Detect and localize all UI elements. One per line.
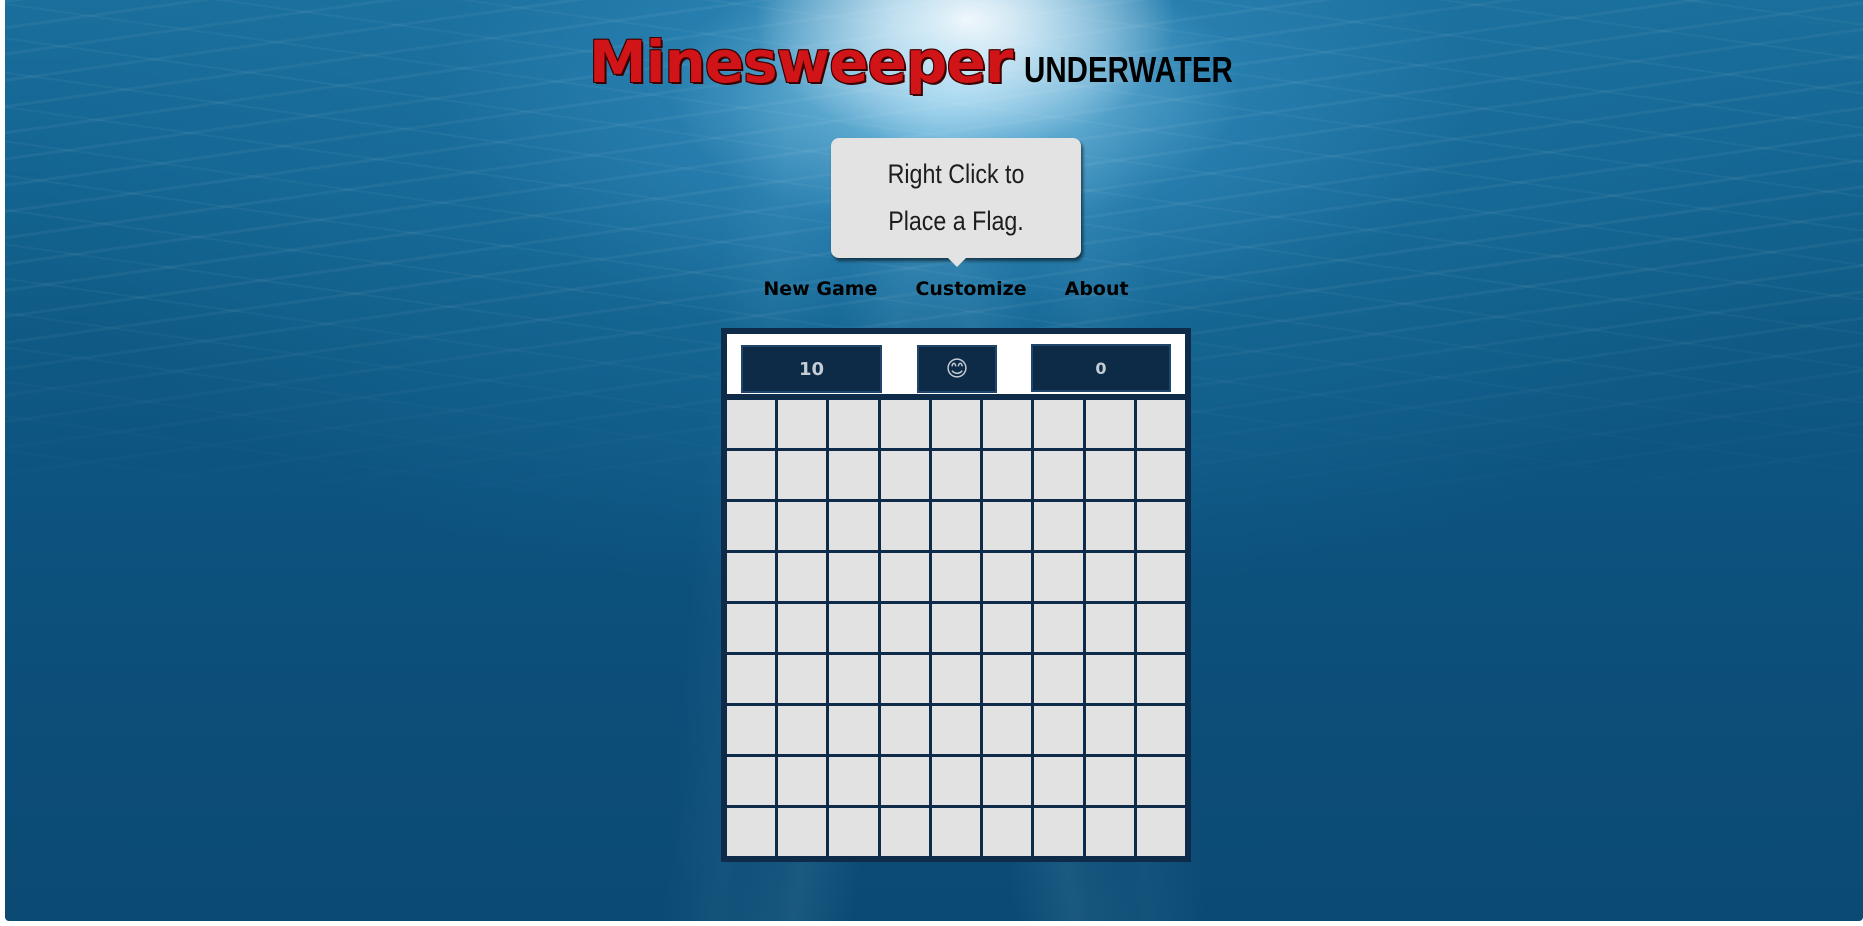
grid-cell[interactable]: [983, 655, 1032, 703]
grid-cell[interactable]: [1085, 553, 1134, 601]
grid-cell[interactable]: [778, 655, 827, 703]
grid-cell[interactable]: [1085, 808, 1134, 856]
nav-items: New Game Customize About: [763, 278, 1128, 300]
grid-cell[interactable]: [880, 502, 929, 550]
grid-cell[interactable]: [1034, 604, 1083, 652]
grid-cell[interactable]: [727, 808, 776, 856]
grid-cell[interactable]: [778, 553, 827, 601]
grid-cell[interactable]: [1034, 808, 1083, 856]
grid-cell[interactable]: [778, 502, 827, 550]
hint-text: Right Click to Place a Flag.: [887, 159, 1025, 236]
grid-cell[interactable]: [727, 451, 776, 499]
grid-cell[interactable]: [931, 502, 981, 550]
grid-cell[interactable]: [1034, 706, 1083, 754]
cell-grid: [727, 400, 1185, 856]
grid-cell[interactable]: [880, 400, 929, 448]
grid-cell[interactable]: [983, 604, 1032, 652]
grid-cell[interactable]: [1136, 451, 1185, 499]
grid-cell[interactable]: [829, 604, 878, 652]
grid-cell[interactable]: [778, 757, 827, 805]
underwater-background: Minesweeper UNDERWATER Right Click to Pla…: [5, 0, 1863, 921]
grid-cell[interactable]: [880, 604, 929, 652]
grid-cell[interactable]: [1136, 706, 1185, 754]
mine-counter: 10: [741, 345, 882, 393]
about-link[interactable]: About: [1065, 278, 1129, 300]
grid-cell[interactable]: [829, 706, 878, 754]
grid-cell[interactable]: [727, 604, 776, 652]
grid-cell[interactable]: [983, 502, 1032, 550]
game-board: 10 😊 0: [721, 328, 1191, 862]
main-nav: New Game Customize About: [5, 278, 1863, 300]
grid-cell[interactable]: [1085, 757, 1134, 805]
grid-cell[interactable]: [727, 400, 776, 448]
grid-cell[interactable]: [1034, 400, 1083, 448]
grid-cell[interactable]: [1136, 553, 1185, 601]
grid-cell[interactable]: [1034, 451, 1083, 499]
grid-cell[interactable]: [727, 706, 776, 754]
grid-cell[interactable]: [983, 757, 1032, 805]
grid-cell[interactable]: [983, 553, 1032, 601]
grid-cell[interactable]: [778, 451, 827, 499]
grid-cell[interactable]: [880, 706, 929, 754]
grid-cell[interactable]: [880, 808, 929, 856]
grid-cell[interactable]: [1034, 757, 1083, 805]
grid-cell[interactable]: [1085, 706, 1134, 754]
grid-cell[interactable]: [1085, 451, 1134, 499]
grid-cell[interactable]: [829, 808, 878, 856]
grid-cell[interactable]: [880, 655, 929, 703]
grid-cell[interactable]: [727, 553, 776, 601]
timer: 0: [1031, 344, 1171, 392]
grid-cell[interactable]: [880, 757, 929, 805]
new-game-link[interactable]: New Game: [763, 278, 877, 300]
grid-cell[interactable]: [1085, 400, 1134, 448]
grid-cell[interactable]: [1136, 604, 1185, 652]
grid-cell[interactable]: [1034, 502, 1083, 550]
grid-cell[interactable]: [829, 757, 878, 805]
grid-cell[interactable]: [727, 757, 776, 805]
smiley-face-icon[interactable]: 😊: [917, 345, 997, 393]
grid-cell[interactable]: [931, 706, 981, 754]
grid-cell[interactable]: [778, 706, 827, 754]
grid-cell[interactable]: [1136, 400, 1185, 448]
grid-cell[interactable]: [727, 502, 776, 550]
grid-cell[interactable]: [983, 808, 1032, 856]
grid-cell[interactable]: [931, 400, 981, 448]
title-sub: UNDERWATER: [1024, 49, 1234, 90]
grid-cell[interactable]: [983, 451, 1032, 499]
grid-cell[interactable]: [931, 553, 981, 601]
grid-cell[interactable]: [829, 451, 878, 499]
title-main: Minesweeper: [588, 28, 1013, 96]
grid-cell[interactable]: [880, 451, 929, 499]
grid-cell[interactable]: [931, 655, 981, 703]
customize-link[interactable]: Customize: [915, 278, 1026, 300]
board-header: 10 😊 0: [727, 334, 1185, 394]
hint-tooltip: Right Click to Place a Flag.: [831, 138, 1081, 267]
grid-cell[interactable]: [931, 604, 981, 652]
grid-cell[interactable]: [778, 808, 827, 856]
grid-cell[interactable]: [1085, 655, 1134, 703]
grid-cell[interactable]: [931, 808, 981, 856]
grid-cell[interactable]: [1085, 604, 1134, 652]
grid-cell[interactable]: [829, 502, 878, 550]
grid-cell[interactable]: [983, 706, 1032, 754]
grid-cell[interactable]: [727, 655, 776, 703]
grid-cell[interactable]: [1034, 655, 1083, 703]
game-title: Minesweeper UNDERWATER: [5, 28, 1863, 96]
grid-cell[interactable]: [1034, 553, 1083, 601]
grid-cell[interactable]: [1136, 655, 1185, 703]
grid-cell[interactable]: [1085, 502, 1134, 550]
grid-cell[interactable]: [931, 757, 981, 805]
grid-cell[interactable]: [829, 553, 878, 601]
grid-cell[interactable]: [778, 400, 827, 448]
grid-cell[interactable]: [983, 400, 1032, 448]
grid-cell[interactable]: [829, 655, 878, 703]
grid-cell[interactable]: [1136, 502, 1185, 550]
grid-cell[interactable]: [778, 604, 827, 652]
grid-cell[interactable]: [829, 400, 878, 448]
grid-cell[interactable]: [880, 553, 929, 601]
grid-cell[interactable]: [931, 451, 981, 499]
grid-cell[interactable]: [1136, 808, 1185, 856]
grid-cell[interactable]: [1136, 757, 1185, 805]
